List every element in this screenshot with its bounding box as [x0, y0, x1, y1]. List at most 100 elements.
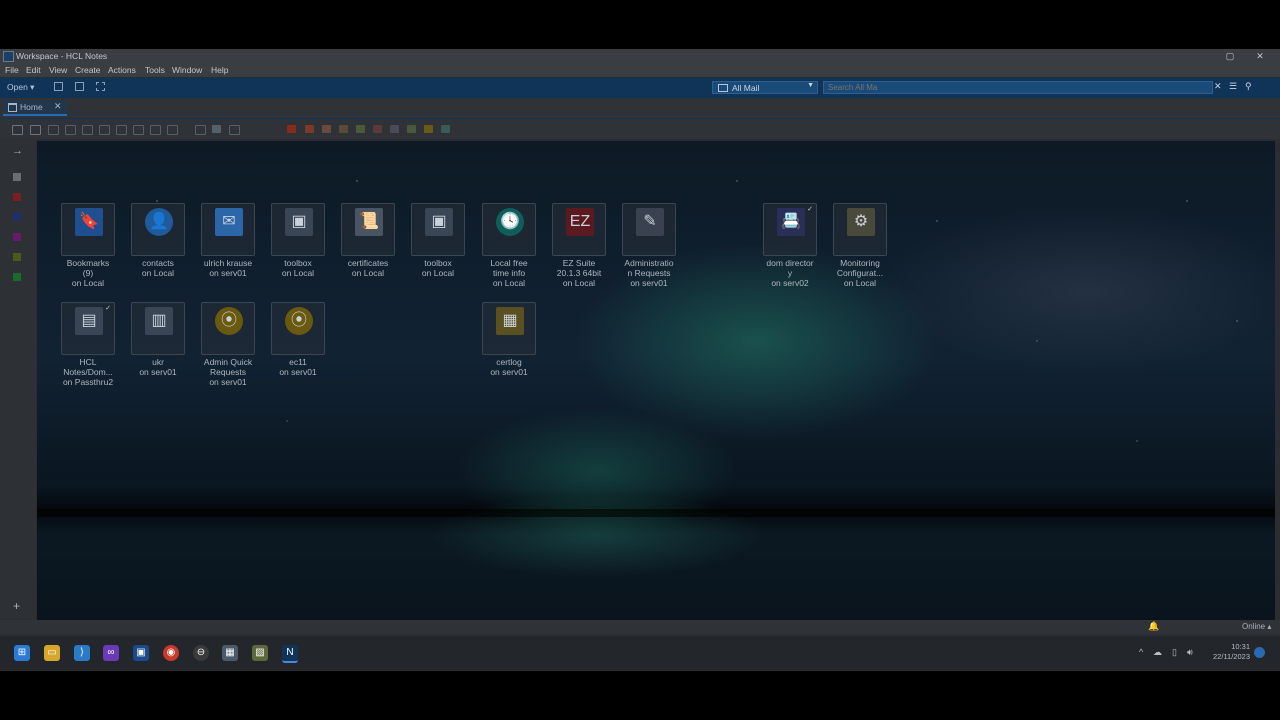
visual-studio-icon[interactable]: ∞	[103, 645, 119, 661]
action-icon[interactable]	[167, 125, 178, 135]
bookmark-folder-icon[interactable]	[13, 253, 21, 261]
expand-sidebar-icon[interactable]: →	[12, 145, 23, 157]
action-icon[interactable]	[150, 125, 161, 135]
tile-label: Administratio n Requests on serv01	[614, 258, 684, 288]
database-tile[interactable]: 👤 contacts on Local	[123, 203, 193, 295]
tile-frame: ✉	[201, 203, 255, 256]
action-icon[interactable]	[99, 125, 110, 135]
action-icon[interactable]	[356, 125, 365, 133]
close-window-button[interactable]: ✕	[1253, 49, 1267, 63]
tile-label-line: on serv01	[279, 367, 317, 377]
online-status[interactable]: Online ▴	[1242, 622, 1271, 631]
menu-tools[interactable]: Tools	[145, 65, 165, 75]
search-input[interactable]	[823, 81, 1213, 94]
action-icon[interactable]	[48, 125, 59, 135]
action-icon[interactable]	[116, 125, 127, 135]
action-icon[interactable]	[195, 125, 206, 135]
action-icon[interactable]	[390, 125, 399, 133]
chevron-down-icon: ▼	[807, 82, 814, 89]
database-tile[interactable]: ▦ certlog on serv01	[474, 302, 544, 394]
database-tile[interactable]: ✎ Administratio n Requests on serv01	[614, 203, 684, 295]
database-tile[interactable]: 📇 ✓ dom director y on serv02	[755, 203, 825, 295]
tile-label: Bookmarks (9) on Local	[53, 258, 123, 288]
action-icon[interactable]	[322, 125, 331, 133]
action-icon[interactable]	[339, 125, 348, 133]
bookmark-folder-icon[interactable]	[13, 213, 21, 221]
quick-requests-icon: ⦿	[215, 307, 243, 335]
menu-create[interactable]: Create	[75, 65, 101, 75]
app-icon[interactable]: ▦	[222, 645, 238, 661]
bookmark-folder-icon[interactable]	[13, 273, 21, 281]
bookmark-folder-icon[interactable]	[13, 193, 21, 201]
database-tile[interactable]: ▣ toolbox on Local	[403, 203, 473, 295]
action-icon[interactable]	[373, 125, 382, 133]
tile-label-line: certlog	[496, 357, 522, 367]
tile-frame: ▦	[482, 302, 536, 355]
tray-chevron-icon[interactable]: ^	[1139, 647, 1143, 657]
tile-label-line: on Local	[351, 268, 385, 278]
action-icon[interactable]	[305, 125, 314, 133]
action-icon[interactable]	[407, 125, 416, 133]
flag-icon[interactable]	[287, 125, 296, 133]
notification-badge-icon[interactable]	[1254, 647, 1265, 658]
grid-view-icon[interactable]	[96, 82, 105, 91]
action-icon[interactable]	[229, 125, 240, 135]
database-tile[interactable]: 🔖 Bookmarks (9) on Local	[53, 203, 123, 295]
menu-edit[interactable]: Edit	[26, 65, 41, 75]
action-icon[interactable]	[424, 125, 433, 133]
close-tab-icon[interactable]: ✕	[54, 101, 62, 112]
action-icon[interactable]	[212, 125, 221, 133]
menu-file[interactable]: File	[5, 65, 19, 75]
taskbar-clock[interactable]: 10:31 22/11/2023	[1208, 642, 1250, 662]
search-options-icon[interactable]: ☰	[1229, 81, 1237, 92]
menu-view[interactable]: View	[49, 65, 67, 75]
hcl-notes-taskbar-icon[interactable]: N	[282, 645, 298, 663]
save-app-icon[interactable]: ▣	[133, 645, 149, 661]
tile-label-line: (9)	[82, 268, 94, 278]
bookmark-folder-icon[interactable]	[13, 233, 21, 241]
database-tile[interactable]: ⚙ Monitoring Configurat... on Local	[825, 203, 895, 295]
database-tile[interactable]: 📜 certificates on Local	[333, 203, 403, 295]
save-icon[interactable]	[54, 82, 63, 91]
database-tile[interactable]: ⦿ ec11 on serv01	[263, 302, 333, 394]
menu-help[interactable]: Help	[211, 65, 228, 75]
database-tile[interactable]: ⦿ Admin Quick Requests on serv01	[193, 302, 263, 394]
database-tile[interactable]: ▤ ✓ HCL Notes/Dom... on Passthru2	[53, 302, 123, 394]
add-bookmark-icon[interactable]: +	[13, 599, 20, 613]
bookmark-sidebar: → +	[0, 139, 36, 619]
file-explorer-icon[interactable]: ▭	[44, 645, 60, 661]
notes-domino-icon: ▤	[75, 307, 103, 335]
menu-window[interactable]: Window	[172, 65, 202, 75]
action-icon[interactable]	[441, 125, 450, 133]
mail-scope-select[interactable]: All Mail ▼	[712, 81, 818, 94]
vscode-icon[interactable]: ⟩	[74, 645, 90, 661]
database-tile[interactable]: ✉ ulrich krause on serv01	[193, 203, 263, 295]
search-icon[interactable]: ⚲	[1245, 81, 1252, 92]
start-button-icon[interactable]: ⊞	[14, 645, 30, 661]
database-tile[interactable]: 🕓 Local free time info on Local	[474, 203, 544, 295]
tile-label-line: time info	[492, 268, 526, 278]
app-icon[interactable]: ▨	[252, 645, 268, 661]
menu-actions[interactable]: Actions	[108, 65, 136, 75]
database-tile[interactable]: ▣ toolbox on Local	[263, 203, 333, 295]
action-icon[interactable]	[65, 125, 76, 135]
tile-label-line: ec11	[289, 357, 307, 367]
restore-button[interactable]: ▢	[1223, 49, 1237, 63]
network-icon[interactable]: ☁	[1153, 647, 1162, 658]
clear-search-icon[interactable]: ✕	[1214, 81, 1222, 92]
layout-icon[interactable]	[75, 82, 84, 91]
chrome-icon[interactable]: ◉	[163, 645, 179, 661]
open-button[interactable]: Open ▾	[7, 82, 34, 93]
action-icon[interactable]	[12, 125, 23, 135]
volume-icon[interactable]: 🔊︎	[1187, 647, 1193, 658]
database-tile[interactable]: EZ EZ Suite 20.1.3 64bit on Local	[544, 203, 614, 295]
notification-bell-icon[interactable]: 🔔	[1148, 621, 1159, 632]
battery-icon[interactable]: ▯	[1172, 647, 1177, 658]
tab-home[interactable]: Home ✕	[3, 100, 67, 116]
action-icon[interactable]	[133, 125, 144, 135]
app-icon[interactable]: ⊖	[193, 645, 209, 661]
database-tile[interactable]: ▥ ukr on serv01	[123, 302, 193, 394]
action-icon[interactable]	[82, 125, 93, 135]
bookmark-folder-icon[interactable]	[13, 173, 21, 181]
action-icon[interactable]	[30, 125, 41, 135]
